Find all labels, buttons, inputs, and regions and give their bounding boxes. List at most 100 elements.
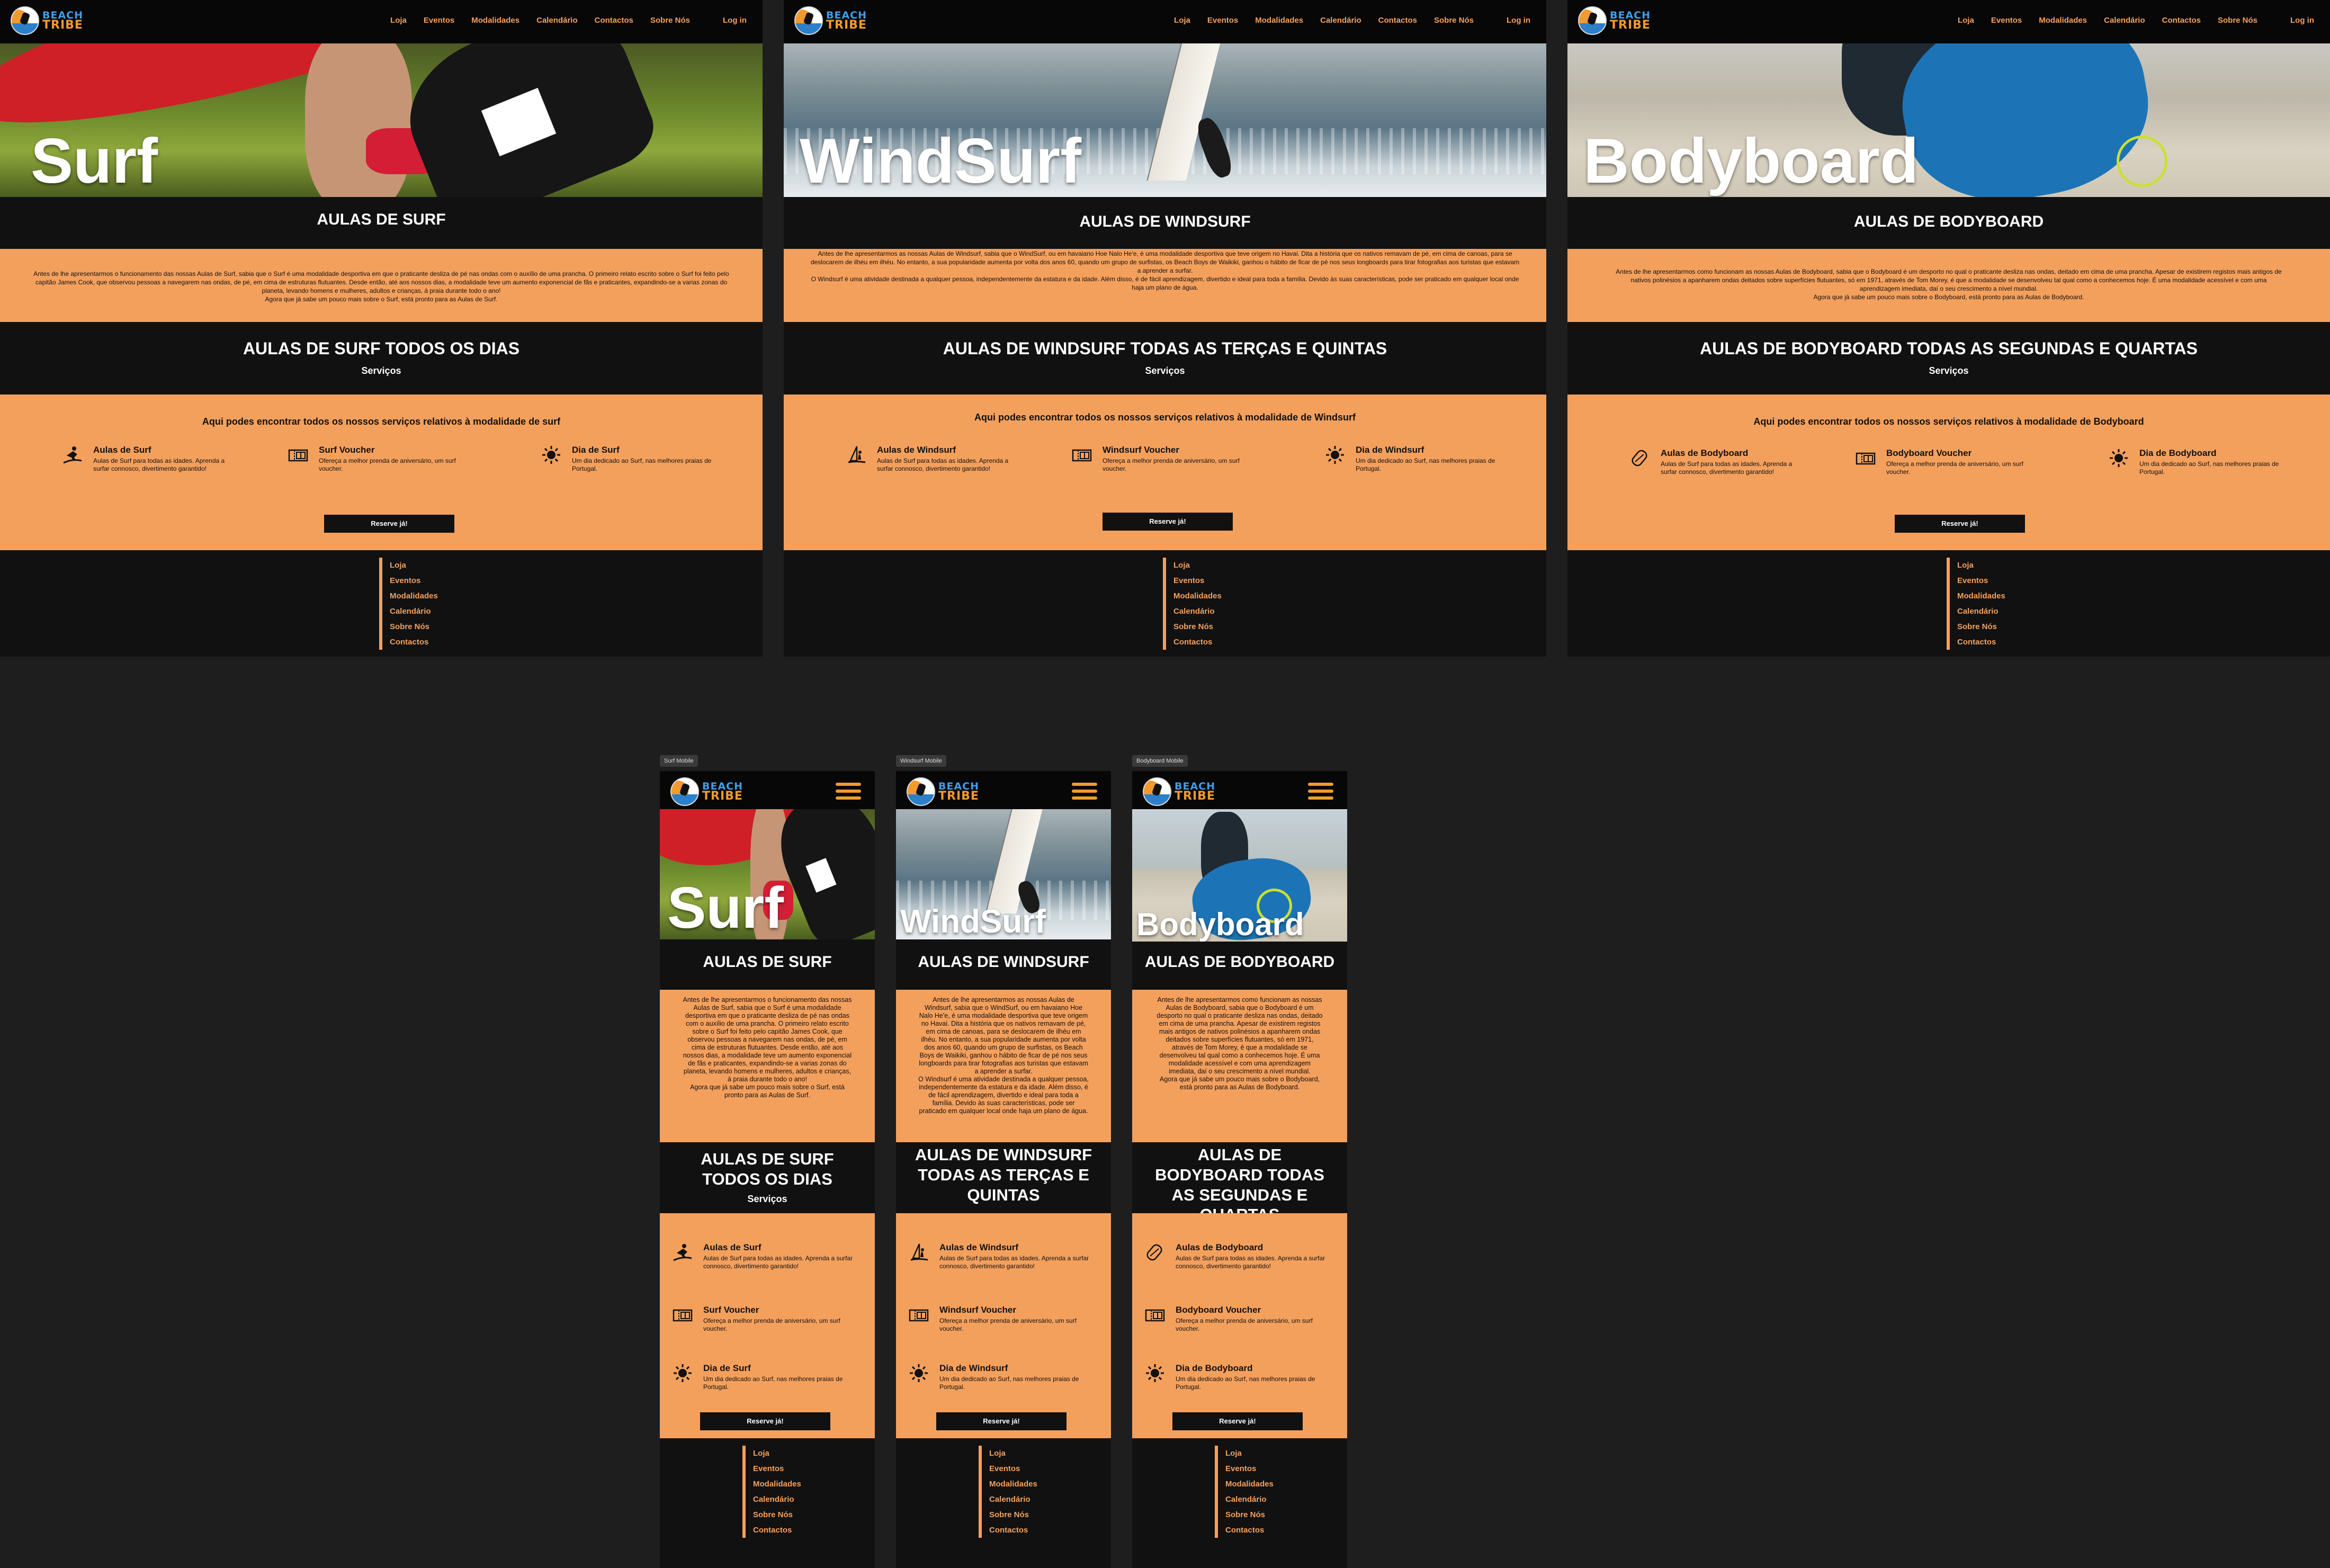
- service-card[interactable]: Dia de Surf Um dia dedicado ao Surf, nas…: [541, 445, 732, 473]
- footer-link[interactable]: Modalidades: [1957, 588, 2005, 604]
- nav-link[interactable]: Loja: [390, 16, 407, 25]
- footer-link[interactable]: Loja: [989, 1446, 1037, 1461]
- nav-link[interactable]: Modalidades: [471, 16, 519, 25]
- footer-link[interactable]: Loja: [390, 558, 438, 573]
- service-card[interactable]: Aulas de Surf Aulas de Surf para todas a…: [62, 445, 253, 473]
- nav-link[interactable]: Sobre Nós: [650, 16, 690, 25]
- login-link[interactable]: Log in: [1507, 16, 1530, 25]
- hamburger-menu-icon[interactable]: [1308, 783, 1333, 802]
- schedule-title: AULAS DE SURF TODOS OS DIAS: [243, 339, 520, 358]
- reserve-button[interactable]: Reserve já!: [324, 515, 454, 533]
- footer-link[interactable]: Contactos: [1173, 634, 1222, 650]
- nav-link[interactable]: Eventos: [1991, 16, 2022, 25]
- footer-link[interactable]: Sobre Nós: [989, 1507, 1037, 1522]
- footer-link[interactable]: Contactos: [989, 1522, 1037, 1538]
- footer-link[interactable]: Sobre Nós: [390, 619, 438, 634]
- footer-link[interactable]: Eventos: [1173, 573, 1222, 588]
- footer-link[interactable]: Sobre Nós: [1225, 1507, 1274, 1522]
- hamburger-menu-icon[interactable]: [836, 783, 861, 802]
- service-card[interactable]: Aulas de Surf Aulas de Surf para todas a…: [673, 1242, 863, 1270]
- service-card[interactable]: Aulas de Bodyboard Aulas de Surf para to…: [1145, 1242, 1336, 1270]
- reserve-button[interactable]: Reserve já!: [1172, 1412, 1303, 1430]
- nav-link[interactable]: Contactos: [1378, 16, 1417, 25]
- reserve-button[interactable]: Reserve já!: [1895, 515, 2025, 533]
- nav-link[interactable]: Modalidades: [2039, 16, 2087, 25]
- footer-link[interactable]: Modalidades: [1173, 588, 1222, 604]
- footer-link[interactable]: Sobre Nós: [753, 1507, 801, 1522]
- logo-icon: [907, 777, 935, 806]
- reserve-button[interactable]: Reserve já!: [1103, 513, 1233, 531]
- logo[interactable]: BEACH TRIBE: [907, 777, 979, 806]
- footer-link[interactable]: Eventos: [989, 1461, 1037, 1476]
- footer-link[interactable]: Eventos: [1957, 573, 2005, 588]
- service-title: Dia de Windsurf: [1356, 445, 1424, 455]
- service-title: Dia de Windsurf: [939, 1363, 1008, 1373]
- nav-link[interactable]: Calendário: [1320, 16, 1361, 25]
- nav-link[interactable]: Modalidades: [1255, 16, 1303, 25]
- service-card[interactable]: Windsurf Voucher Ofereça a melhor prenda…: [1072, 445, 1262, 473]
- nav-link[interactable]: Contactos: [2162, 16, 2201, 25]
- footer-link[interactable]: Modalidades: [989, 1476, 1037, 1492]
- footer-link[interactable]: Loja: [753, 1446, 801, 1461]
- service-card[interactable]: Bodyboard Voucher Ofereça a melhor prend…: [1856, 448, 2046, 476]
- nav-link[interactable]: Contactos: [595, 16, 633, 25]
- service-card[interactable]: Aulas de Windsurf Aulas de Surf para tod…: [846, 445, 1037, 473]
- service-card[interactable]: Dia de Windsurf Um dia dedicado ao Surf,…: [909, 1363, 1099, 1391]
- service-card[interactable]: Aulas de Bodyboard Aulas de Surf para to…: [1630, 448, 1821, 476]
- footer-link[interactable]: Contactos: [390, 634, 438, 650]
- footer-link[interactable]: Calendário: [1957, 604, 2005, 619]
- footer-link[interactable]: Eventos: [753, 1461, 801, 1476]
- service-card[interactable]: Aulas de Windsurf Aulas de Surf para tod…: [909, 1242, 1099, 1270]
- nav-link[interactable]: Sobre Nós: [1434, 16, 1474, 25]
- footer-link[interactable]: Calendário: [390, 604, 438, 619]
- footer-link[interactable]: Eventos: [1225, 1461, 1274, 1476]
- service-card[interactable]: Surf Voucher Ofereça a melhor prenda de …: [673, 1305, 863, 1333]
- service-card[interactable]: Bodyboard Voucher Ofereça a melhor prend…: [1145, 1305, 1336, 1333]
- hero-banner: Surf: [0, 43, 763, 197]
- footer-link[interactable]: Loja: [1225, 1446, 1274, 1461]
- footer-link[interactable]: Eventos: [390, 573, 438, 588]
- footer-link[interactable]: Sobre Nós: [1957, 619, 2005, 634]
- bodyboard-icon: [1145, 1242, 1165, 1262]
- logo[interactable]: BEACH TRIBE: [794, 6, 867, 35]
- sun-icon: [1145, 1363, 1165, 1383]
- service-card[interactable]: Windsurf Voucher Ofereça a melhor prenda…: [909, 1305, 1099, 1333]
- service-description: Um dia dedicado ao Surf, nas melhores pr…: [1356, 457, 1495, 472]
- footer-link[interactable]: Contactos: [753, 1522, 801, 1538]
- logo[interactable]: BEACH TRIBE: [1143, 777, 1215, 806]
- footer-link[interactable]: Contactos: [1957, 634, 2005, 650]
- nav-link[interactable]: Eventos: [424, 16, 454, 25]
- service-card[interactable]: Dia de Bodyboard Um dia dedicado ao Surf…: [1145, 1363, 1336, 1391]
- footer-link[interactable]: Calendário: [1225, 1492, 1274, 1507]
- reserve-button[interactable]: Reserve já!: [700, 1412, 830, 1430]
- logo[interactable]: BEACH TRIBE: [670, 777, 743, 806]
- service-card[interactable]: Dia de Surf Um dia dedicado ao Surf, nas…: [673, 1363, 863, 1391]
- footer-link[interactable]: Sobre Nós: [1173, 619, 1222, 634]
- logo-line2: TRIBE: [702, 789, 743, 803]
- nav-link[interactable]: Loja: [1174, 16, 1190, 25]
- reserve-button[interactable]: Reserve já!: [936, 1412, 1067, 1430]
- footer-link[interactable]: Loja: [1173, 558, 1222, 573]
- service-card[interactable]: Surf Voucher Ofereça a melhor prenda de …: [288, 445, 479, 473]
- hamburger-menu-icon[interactable]: [1072, 783, 1097, 802]
- nav-link[interactable]: Loja: [1958, 16, 1974, 25]
- login-link[interactable]: Log in: [2290, 16, 2314, 25]
- footer-link[interactable]: Modalidades: [753, 1476, 801, 1492]
- mobile-frame: Surf Mobile BEACH TRIBE Surf AULAS DE SUR…: [660, 755, 875, 1568]
- service-card[interactable]: Dia de Bodyboard Um dia dedicado ao Surf…: [2109, 448, 2299, 476]
- nav-link[interactable]: Eventos: [1207, 16, 1238, 25]
- nav-link[interactable]: Calendário: [2104, 16, 2145, 25]
- footer-link[interactable]: Calendário: [753, 1492, 801, 1507]
- footer-link[interactable]: Modalidades: [1225, 1476, 1274, 1492]
- login-link[interactable]: Log in: [723, 16, 747, 25]
- footer-link[interactable]: Calendário: [989, 1492, 1037, 1507]
- footer-link[interactable]: Calendário: [1173, 604, 1222, 619]
- nav-link[interactable]: Calendário: [536, 16, 578, 25]
- service-card[interactable]: Dia de Windsurf Um dia dedicado ao Surf,…: [1325, 445, 1516, 473]
- footer-link[interactable]: Contactos: [1225, 1522, 1274, 1538]
- footer-link[interactable]: Loja: [1957, 558, 2005, 573]
- logo[interactable]: BEACH TRIBE: [1578, 6, 1651, 35]
- footer-link[interactable]: Modalidades: [390, 588, 438, 604]
- nav-link[interactable]: Sobre Nós: [2218, 16, 2257, 25]
- logo[interactable]: BEACH TRIBE: [11, 6, 83, 35]
